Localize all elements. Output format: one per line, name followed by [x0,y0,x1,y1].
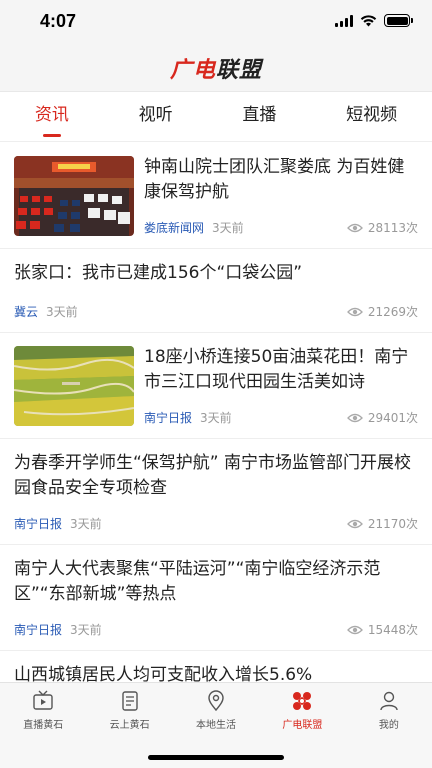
news-meta: 南宁日报 3天前 [144,409,232,426]
view-count-text: 29401次 [367,411,418,425]
category-tabs: 资讯 视听 直播 短视频 [0,92,432,142]
view-count-text: 21269次 [367,305,418,319]
nav-broadcast-alliance[interactable]: 广电联盟 [259,683,345,735]
logo-part-dark: 联盟 [216,56,263,83]
news-item[interactable]: 钟南山院士团队汇聚娄底 为百姓健康保驾护航 娄底新闻网 3天前 28113次 [0,143,432,249]
cellular-signal-icon [335,14,353,27]
news-item[interactable]: 山西城镇居民人均可支配收入增长5.6% [0,651,432,682]
news-time: 3天前 [212,221,244,235]
news-title[interactable]: 南宁人大代表聚焦“平陆运河”“南宁临空经济示范区”“东部新城”等热点 [14,557,418,607]
nav-label: 直播黄石 [23,720,64,731]
eye-icon [346,223,363,232]
bottom-nav: 直播黄石 云上黄石 本地生活 广电联盟 我的 [0,682,432,768]
news-item[interactable]: 18座小桥连接50亩油菜花田！南宁市三江口现代田园生活美如诗 南宁日报 3天前 … [0,333,432,439]
location-pin-icon [208,690,224,712]
news-time: 3天前 [70,517,102,531]
status-bar: 4:07 [0,0,432,44]
nav-label: 云上黄石 [109,720,150,731]
news-feed[interactable]: 钟南山院士团队汇聚娄底 为百姓健康保驾护航 娄底新闻网 3天前 28113次 张… [0,143,432,682]
news-source[interactable]: 娄底新闻网 [144,219,204,236]
news-title[interactable]: 张家口：我市已建成156个“口袋公园” [14,261,418,286]
status-time: 4:07 [40,11,77,31]
news-title[interactable]: 山西城镇居民人均可支配收入增长5.6% [14,663,418,682]
eye-icon [346,625,363,634]
view-count-text: 21170次 [367,517,418,531]
news-item[interactable]: 南宁人大代表聚焦“平陆运河”“南宁临空经济示范区”“东部新城”等热点 南宁日报 … [0,545,432,651]
news-thumbnail-conference [14,156,134,236]
nav-label: 广电联盟 [282,720,323,731]
news-meta: 南宁日报 3天前 [14,621,102,638]
logo-part-red: 广电 [169,56,216,83]
news-meta: 南宁日报 3天前 [14,515,102,532]
wifi-icon [360,14,377,26]
status-icons [335,14,413,27]
news-title[interactable]: 18座小桥连接50亩油菜花田！南宁市三江口现代田园生活美如诗 [144,345,418,395]
tv-icon [33,690,53,710]
news-source[interactable]: 南宁日报 [14,515,62,532]
tab-news[interactable]: 资讯 [29,92,75,142]
view-count: 21269次 [346,303,418,320]
view-count: 28113次 [346,219,418,236]
view-count: 15448次 [346,621,418,638]
news-title[interactable]: 钟南山院士团队汇聚娄底 为百姓健康保驾护航 [144,155,418,205]
news-time: 3天前 [70,623,102,637]
tab-live[interactable]: 直播 [236,92,282,142]
nav-label: 本地生活 [196,720,237,731]
battery-icon [384,14,413,27]
eye-icon [346,519,363,528]
news-source[interactable]: 南宁日报 [14,621,62,638]
news-thumbnail-field [14,346,134,426]
news-item[interactable]: 为春季开学师生“保驾护航” 南宁市场监管部门开展校园食品安全专项检查 南宁日报 … [0,439,432,545]
view-count: 21170次 [346,515,418,532]
news-source[interactable]: 南宁日报 [144,409,192,426]
news-time: 3天前 [46,305,78,319]
nav-live-huangshi[interactable]: 直播黄石 [0,683,86,735]
home-indicator[interactable] [148,755,284,760]
view-count: 29401次 [346,409,418,426]
news-meta: 冀云 3天前 [14,303,78,320]
alliance-logo-icon [293,692,312,710]
app-logo: 广电联盟 [170,52,262,84]
news-time: 3天前 [200,411,232,425]
user-icon [380,691,398,711]
tab-audiovisual[interactable]: 视听 [133,92,179,142]
view-count-text: 28113次 [367,221,418,235]
eye-icon [346,307,363,316]
document-icon [121,691,138,711]
tab-short-video[interactable]: 短视频 [340,92,403,142]
nav-profile[interactable]: 我的 [346,683,432,735]
view-count-text: 15448次 [367,623,418,637]
news-source[interactable]: 冀云 [14,303,38,320]
nav-label: 我的 [378,720,399,731]
news-title[interactable]: 为春季开学师生“保驾护航” 南宁市场监管部门开展校园食品安全专项检查 [14,451,418,501]
news-item[interactable]: 张家口：我市已建成156个“口袋公园” 冀云 3天前 21269次 [0,249,432,333]
nav-cloud-huangshi[interactable]: 云上黄石 [86,683,172,735]
nav-local-life[interactable]: 本地生活 [173,683,259,735]
app-header: 广电联盟 [0,44,432,92]
eye-icon [346,413,363,422]
news-meta: 娄底新闻网 3天前 [144,219,244,236]
